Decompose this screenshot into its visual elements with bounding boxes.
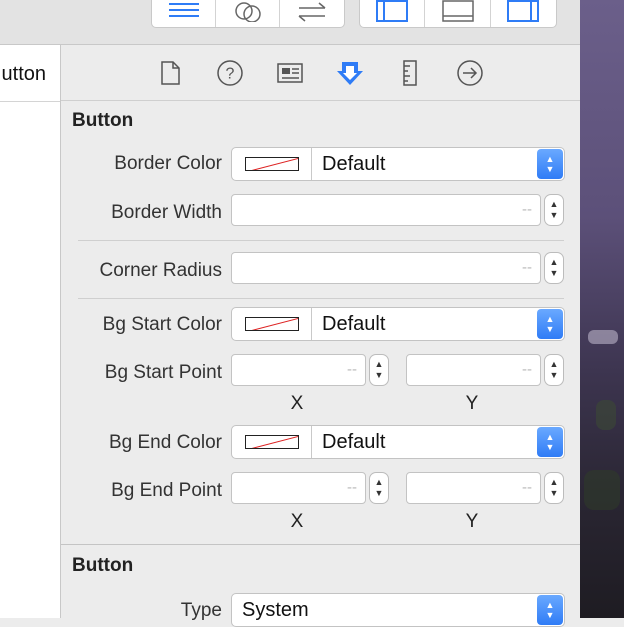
right-panel-icon [507, 0, 540, 22]
color-swatch-well[interactable] [232, 426, 312, 458]
bg-start-point-y-field[interactable]: -- [406, 354, 541, 386]
border-width-label: Border Width [111, 202, 222, 223]
bg-start-point-label: Bg Start Point [104, 362, 222, 383]
file-inspector-tab[interactable] [156, 59, 184, 87]
version-editor-button[interactable] [280, 0, 344, 27]
border-width-field[interactable]: -- [231, 194, 541, 226]
corner-radius-stepper[interactable]: ▲ ▼ [544, 252, 564, 284]
assistant-editor-button[interactable] [216, 0, 280, 27]
document-outline-panel [0, 45, 61, 618]
bg-start-color-label: Bg Start Color [102, 314, 222, 335]
file-icon [161, 61, 180, 85]
align-left-icon [168, 3, 199, 17]
bg-end-color-label: Bg End Color [108, 432, 222, 453]
section-title: Button [72, 555, 134, 576]
corner-radius-label: Corner Radius [99, 260, 223, 281]
bg-end-point-y-stepper[interactable]: ▲ ▼ [544, 472, 564, 504]
type-popup[interactable]: System ▲ ▼ [231, 593, 565, 627]
connections-icon [457, 60, 483, 86]
desktop-detail [596, 400, 616, 430]
bg-end-point-y-field[interactable]: -- [406, 472, 541, 504]
border-color-label: Border Color [114, 153, 222, 174]
bg-start-color-popup[interactable]: Default ▲ ▼ [231, 307, 565, 341]
color-swatch-well[interactable] [232, 308, 312, 340]
connections-inspector-tab[interactable] [456, 59, 484, 87]
quick-help-tab[interactable]: ? [216, 59, 244, 87]
bg-end-point-x-field[interactable]: -- [231, 472, 366, 504]
color-swatch-well[interactable] [232, 148, 312, 180]
section-title: Button [72, 110, 134, 131]
corner-radius-field[interactable]: -- [231, 252, 541, 284]
popup-arrows-icon: ▲ ▼ [537, 595, 563, 625]
size-inspector-tab[interactable] [396, 59, 424, 87]
editor-mode-segmented-control [151, 0, 345, 28]
bg-start-point-x-stepper[interactable]: ▲ ▼ [369, 354, 389, 386]
panel-toggle-segmented-control [359, 0, 557, 28]
identity-icon [277, 63, 303, 83]
type-label: Type [180, 600, 222, 621]
popup-value: Default [322, 430, 386, 453]
attributes-icon [337, 62, 363, 85]
left-panel-icon [376, 0, 409, 22]
bg-start-point-x-field[interactable]: -- [231, 354, 366, 386]
popup-arrows-icon: ▲ ▼ [537, 149, 563, 179]
outline-row[interactable]: utton [0, 45, 60, 102]
toggle-navigator-button[interactable] [360, 0, 426, 27]
desktop-detail [584, 470, 620, 510]
color-swatch [244, 435, 299, 449]
color-swatch [244, 317, 299, 331]
outline-row-label: utton [1, 63, 46, 85]
svg-text:?: ? [226, 66, 235, 83]
divider [78, 240, 564, 241]
border-color-popup[interactable]: Default ▲ ▼ [231, 147, 565, 181]
y-axis-label: Y [465, 393, 479, 414]
bg-end-point-x-stepper[interactable]: ▲ ▼ [369, 472, 389, 504]
window-toolbar [0, 0, 580, 45]
section-divider [61, 544, 580, 545]
bg-end-point-label: Bg End Point [111, 480, 222, 501]
border-width-stepper[interactable]: ▲ ▼ [544, 194, 564, 226]
bottom-panel-icon [441, 0, 474, 22]
inspector-tab-bar: ? [61, 45, 580, 101]
bg-start-point-y-stepper[interactable]: ▲ ▼ [544, 354, 564, 386]
popup-value: Default [322, 312, 386, 335]
attributes-inspector-tab[interactable] [336, 59, 364, 87]
x-axis-label: X [290, 511, 304, 532]
swap-arrows-icon [298, 2, 326, 22]
identity-inspector-tab[interactable] [276, 59, 304, 87]
toggle-utilities-button[interactable] [491, 0, 556, 27]
toggle-debug-area-button[interactable] [425, 0, 491, 27]
venn-icon [234, 2, 261, 22]
ruler-icon [403, 60, 417, 86]
popup-arrows-icon: ▲ ▼ [537, 309, 563, 339]
color-swatch [244, 157, 299, 171]
standard-editor-button[interactable] [152, 0, 216, 27]
divider [78, 298, 564, 299]
help-icon: ? [217, 60, 243, 86]
desktop-background [580, 0, 624, 618]
y-axis-label: Y [465, 511, 479, 532]
popup-arrows-icon: ▲ ▼ [537, 427, 563, 457]
popup-value: Default [322, 152, 386, 175]
popup-value: System [242, 598, 309, 621]
bg-end-color-popup[interactable]: Default ▲ ▼ [231, 425, 565, 459]
desktop-detail [588, 330, 618, 344]
x-axis-label: X [290, 393, 304, 414]
